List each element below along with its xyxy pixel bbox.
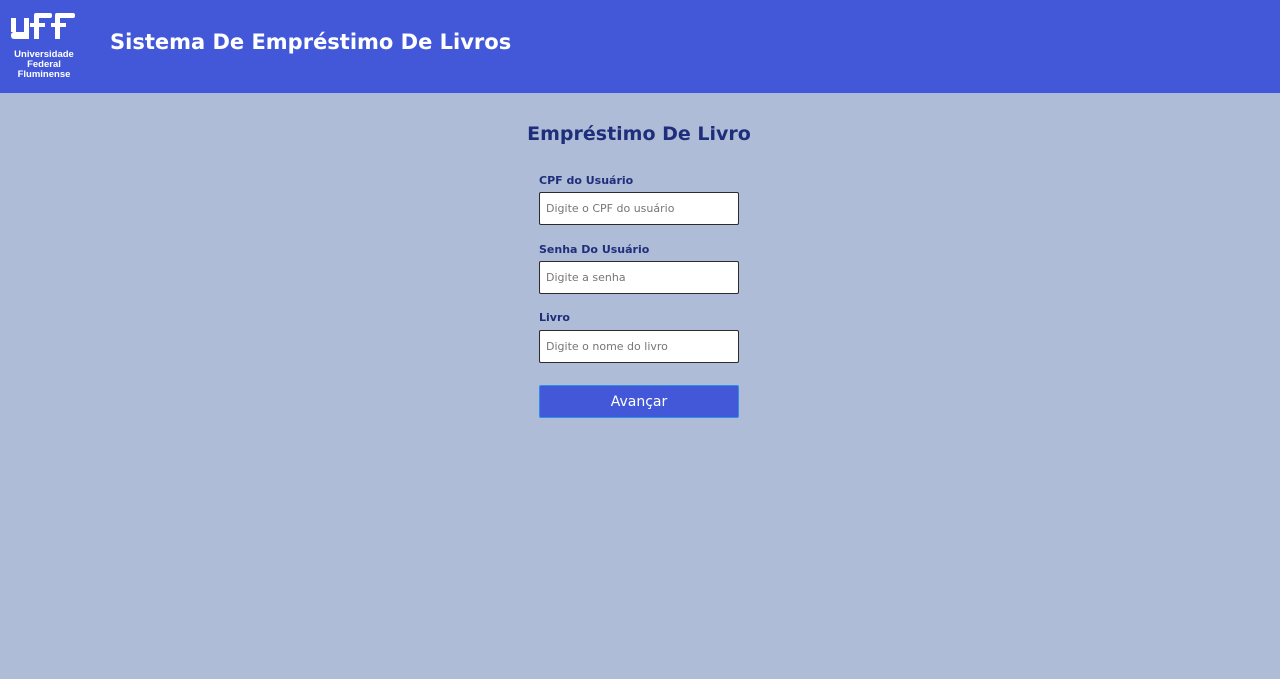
logo-text-fluminense: Fluminense xyxy=(17,69,71,80)
uff-logo-mark xyxy=(11,13,75,39)
cpf-label: CPF do Usuário xyxy=(539,174,634,187)
password-input[interactable] xyxy=(539,261,739,294)
book-label: Livro xyxy=(539,311,570,324)
password-label: Senha Do Usuário xyxy=(539,243,650,256)
page-title: Empréstimo De Livro xyxy=(527,123,751,145)
uff-logo: Universidade Federal Fluminense xyxy=(8,12,80,84)
book-input[interactable] xyxy=(539,330,739,363)
cpf-input[interactable] xyxy=(539,192,739,225)
advance-button[interactable]: Avançar xyxy=(539,385,739,418)
app-title: Sistema De Empréstimo De Livros xyxy=(110,30,512,54)
app-header: Universidade Federal Fluminense Sistema … xyxy=(0,0,1280,93)
